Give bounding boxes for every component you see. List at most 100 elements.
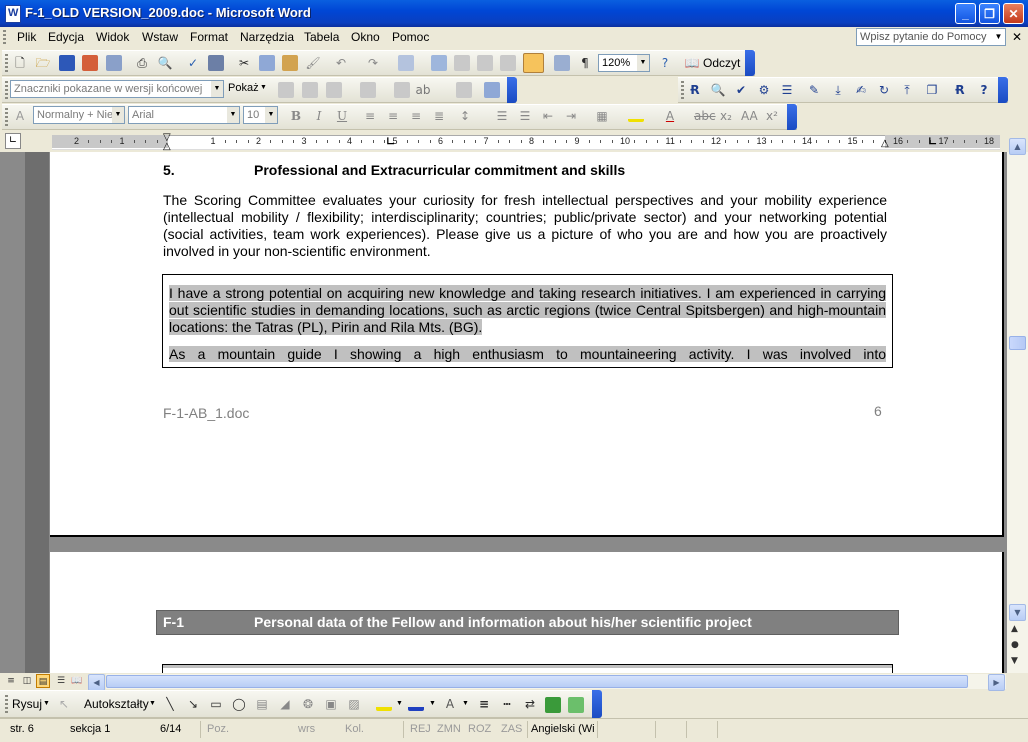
tab-selector[interactable]: ∟ xyxy=(5,133,21,149)
right-indent-marker[interactable]: △ xyxy=(881,138,889,149)
reviewing-options-icon[interactable] xyxy=(507,77,517,103)
line-color-icon[interactable] xyxy=(408,697,424,711)
previous-change-icon[interactable] xyxy=(278,82,294,98)
bold-button[interactable]: B xyxy=(288,108,304,124)
numbering-icon[interactable]: ☰ xyxy=(494,108,510,124)
browse-object-icon[interactable]: ● xyxy=(1011,640,1019,650)
menu-format[interactable]: Format xyxy=(190,30,228,44)
status-track-changes[interactable]: ZMN xyxy=(437,723,461,735)
menu-pomoc[interactable]: Pomoc xyxy=(392,30,429,44)
insert-picture-icon[interactable]: ▨ xyxy=(346,696,362,712)
download-icon[interactable]: ⤓ xyxy=(830,82,846,98)
line-style-icon[interactable]: ≡ xyxy=(476,696,492,712)
align-left-icon[interactable]: ≡ xyxy=(362,108,378,124)
formatting-toolbar-grip[interactable] xyxy=(5,108,8,126)
read-mode-label[interactable]: Odczyt xyxy=(703,56,740,70)
horizontal-scroll-thumb[interactable] xyxy=(106,675,968,688)
copy-doc-icon[interactable]: ❐ xyxy=(924,82,940,98)
tools-icon[interactable]: ⚙ xyxy=(756,82,772,98)
minimize-button[interactable]: _ xyxy=(955,3,976,24)
research-icon[interactable] xyxy=(208,55,224,71)
paste-icon[interactable] xyxy=(282,55,298,71)
doc-close-icon[interactable]: ✕ xyxy=(1012,30,1022,44)
menu-grip[interactable] xyxy=(3,30,6,46)
print-layout-view-icon[interactable]: ▤ xyxy=(36,674,50,688)
edit-icon[interactable]: ✎ xyxy=(806,82,822,98)
next-change-icon[interactable] xyxy=(302,82,318,98)
reviewing-pane-icon[interactable] xyxy=(456,82,472,98)
print-icon[interactable]: ⎙ xyxy=(134,55,150,71)
show-markup-menu[interactable]: Pokaż xyxy=(228,82,259,94)
subscript-icon[interactable]: x₂ xyxy=(718,108,734,124)
rectangle-icon[interactable]: ▭ xyxy=(208,696,224,712)
line-icon[interactable]: ╲ xyxy=(162,696,178,712)
dash-style-icon[interactable]: ┅ xyxy=(499,696,515,712)
superscript-icon[interactable]: x² xyxy=(764,108,780,124)
list-icon[interactable]: ☰ xyxy=(779,82,795,98)
standard-toolbar-grip[interactable] xyxy=(5,54,8,72)
custom-help-icon[interactable]: ? xyxy=(976,82,992,98)
reject-change-icon[interactable] xyxy=(360,82,376,98)
save-icon[interactable] xyxy=(59,55,75,71)
sign-icon[interactable]: ✍ xyxy=(853,82,869,98)
horizontal-ruler[interactable] xyxy=(52,135,1000,150)
status-extend[interactable]: ROZ xyxy=(468,723,491,735)
accept-change-icon[interactable] xyxy=(326,82,342,98)
drawing-toolbar-grip[interactable] xyxy=(5,695,8,713)
format-painter-icon[interactable]: 🖌 xyxy=(305,55,321,71)
drawing-options-icon[interactable] xyxy=(592,690,602,718)
rm-check-icon[interactable]: Ɍ xyxy=(952,82,968,98)
menu-narzedzia[interactable]: Narzędzia xyxy=(240,30,294,44)
menu-widok[interactable]: Widok xyxy=(96,30,129,44)
align-right-icon[interactable]: ≡ xyxy=(408,108,424,124)
track-changes-icon[interactable]: ab xyxy=(415,82,431,98)
decrease-indent-icon[interactable]: ⇤ xyxy=(540,108,556,124)
menu-wstaw[interactable]: Wstaw xyxy=(142,30,178,44)
vertical-scrollbar[interactable] xyxy=(1007,152,1028,673)
left-indent-marker[interactable]: △ xyxy=(163,141,171,152)
scroll-up-icon[interactable]: ▲ xyxy=(1009,138,1026,155)
spelling-icon[interactable]: ✓ xyxy=(185,55,201,71)
print-preview-icon[interactable]: 🔍 xyxy=(157,55,173,71)
style-dropdown-icon[interactable]: ▼ xyxy=(112,107,124,123)
tab-stop-marker[interactable]: ∟ xyxy=(386,135,395,148)
show-reviewing-pane-icon[interactable] xyxy=(484,82,500,98)
line-spacing-icon[interactable]: ↕ xyxy=(457,108,473,124)
intro-paragraph[interactable]: The Scoring Committee evaluates your cur… xyxy=(163,192,887,260)
increase-indent-icon[interactable]: ⇥ xyxy=(563,108,579,124)
fill-color-icon[interactable] xyxy=(376,697,392,711)
read-mode-icon[interactable]: 📖 xyxy=(684,55,700,71)
reviewing-toolbar-grip[interactable] xyxy=(5,81,8,99)
next-text-box[interactable] xyxy=(162,664,893,673)
status-overtype[interactable]: ZAS xyxy=(501,723,522,735)
undo-icon[interactable]: ↶ xyxy=(333,55,349,71)
strikethrough-icon[interactable]: abc xyxy=(694,108,716,124)
clip-art-icon[interactable]: ▣ xyxy=(323,696,339,712)
permission-icon[interactable] xyxy=(82,55,98,71)
3d-style-icon[interactable] xyxy=(568,697,584,713)
upload-icon[interactable]: ⤒ xyxy=(899,82,915,98)
menu-plik[interactable]: Plik xyxy=(17,30,36,44)
font-combo[interactable]: Arial xyxy=(128,106,240,124)
reading-view-icon[interactable]: 📖 xyxy=(70,674,84,688)
drawing-toggle-icon[interactable] xyxy=(523,53,544,73)
underline-button[interactable]: U xyxy=(334,108,350,124)
scroll-left-icon[interactable]: ◀ xyxy=(88,674,105,691)
status-language[interactable]: Angielski (Wi xyxy=(531,723,595,735)
email-icon[interactable] xyxy=(106,55,122,71)
rm-icon[interactable]: Ɍ xyxy=(687,82,703,98)
autoshapes-menu-button[interactable]: Autokształty xyxy=(84,697,149,711)
draw-font-dropdown-icon[interactable]: ▼ xyxy=(462,700,469,707)
find-icon[interactable]: 🔍 xyxy=(710,82,726,98)
tab-stop-marker[interactable]: ∟ xyxy=(928,135,937,148)
oval-icon[interactable]: ◯ xyxy=(231,696,247,712)
check-list-icon[interactable]: ✔ xyxy=(733,82,749,98)
copy-icon[interactable] xyxy=(259,55,275,71)
insert-table-icon[interactable] xyxy=(454,55,470,71)
word-app-icon[interactable] xyxy=(5,5,21,23)
normal-view-icon[interactable]: ≡ xyxy=(4,674,18,688)
scroll-right-icon[interactable]: ▶ xyxy=(988,674,1005,691)
fill-dropdown-icon[interactable]: ▼ xyxy=(396,700,403,707)
wordart-icon[interactable]: ◢ xyxy=(277,696,293,712)
new-document-icon[interactable]: 🗋 xyxy=(12,55,28,71)
